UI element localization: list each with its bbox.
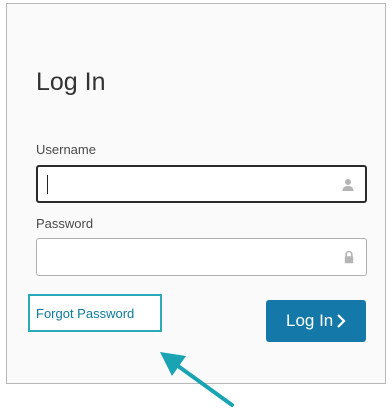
login-panel: Log In Username Password Forgot Password…: [6, 3, 386, 384]
login-button[interactable]: Log In: [266, 300, 366, 342]
forgot-password-link[interactable]: Forgot Password: [36, 306, 134, 322]
user-icon: [342, 179, 354, 191]
lock-icon: [344, 250, 354, 264]
username-field[interactable]: [36, 165, 367, 203]
forgot-password-highlight: Forgot Password: [28, 294, 162, 332]
text-cursor: [47, 175, 48, 194]
password-field[interactable]: [36, 238, 367, 276]
login-button-label: Log In: [286, 311, 334, 330]
page-title: Log In: [36, 68, 106, 96]
username-label: Username: [36, 142, 96, 157]
chevron-right-icon: [337, 314, 346, 328]
password-label: Password: [36, 216, 94, 231]
